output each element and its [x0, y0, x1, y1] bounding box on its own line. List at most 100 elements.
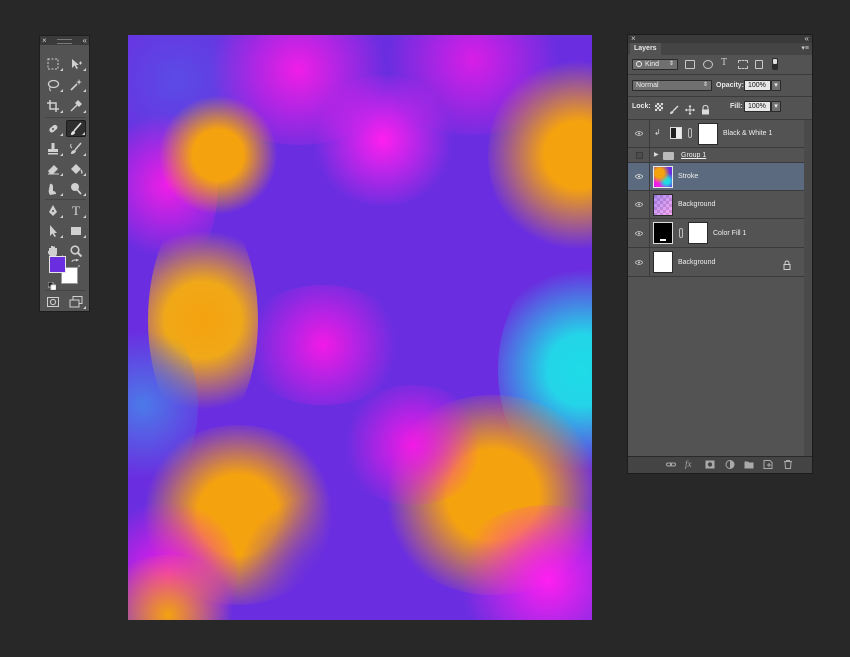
eye-icon[interactable]: [635, 131, 643, 136]
screen-mode-icon[interactable]: [66, 293, 86, 310]
collapse-icon[interactable]: «: [805, 35, 809, 43]
tools-separator: [45, 199, 86, 200]
visibility-toggle-off[interactable]: [636, 152, 643, 159]
visibility-divider: [649, 248, 650, 276]
brush-tool-icon[interactable]: [66, 120, 86, 137]
close-icon[interactable]: ×: [42, 36, 47, 45]
filter-smart-object-icon[interactable]: [755, 60, 763, 69]
filter-pixel-icon[interactable]: [685, 60, 695, 69]
move-tool-icon[interactable]: [66, 55, 86, 72]
healing-brush-tool-icon[interactable]: [43, 120, 63, 137]
grip-icon[interactable]: [57, 39, 72, 44]
lock-position-icon[interactable]: [685, 102, 695, 115]
type-tool-icon[interactable]: T: [66, 202, 86, 219]
layer-name[interactable]: Background: [678, 201, 715, 208]
search-icon: [636, 61, 642, 67]
layer-name[interactable]: Stroke: [678, 173, 698, 180]
eye-icon[interactable]: [635, 231, 643, 236]
collapse-icon[interactable]: «: [83, 36, 87, 45]
fill-label: Fill:: [730, 103, 743, 110]
layer-filter-kind[interactable]: Kind ⇕: [632, 59, 678, 70]
adjustment-layer-icon[interactable]: [725, 460, 735, 469]
blend-mode-value: Normal: [636, 82, 659, 89]
opacity-input[interactable]: 100%: [744, 80, 771, 91]
layer-row[interactable]: ▶ Group 1: [628, 148, 804, 163]
tab-layers[interactable]: Layers: [630, 43, 661, 55]
lasso-tool-icon[interactable]: [43, 76, 63, 93]
add-mask-icon[interactable]: [705, 460, 715, 469]
paint-bucket-tool-icon[interactable]: [66, 160, 86, 177]
tools-separator: [45, 117, 86, 118]
lock-all-icon[interactable]: [701, 102, 710, 115]
foreground-color-swatch[interactable]: [49, 256, 66, 273]
clone-stamp-tool-icon[interactable]: [43, 140, 63, 157]
close-icon[interactable]: ×: [631, 35, 636, 43]
fx-icon[interactable]: fx: [685, 459, 692, 469]
layer-name[interactable]: Background: [678, 259, 715, 266]
new-group-icon[interactable]: [744, 460, 754, 469]
panel-separator: [628, 74, 812, 75]
opacity-dropdown[interactable]: ▾: [771, 80, 781, 91]
layer-thumbnail[interactable]: [653, 251, 673, 273]
layers-panel: × « Layers ▾≡ Kind ⇕ T Normal ⇕ Opacity:…: [627, 34, 813, 474]
layer-row[interactable]: Color Fill 1: [628, 219, 804, 248]
panel-menu-icon[interactable]: ▾≡: [801, 44, 809, 52]
canvas-gradient-blob: [238, 285, 408, 405]
lock-label: Lock:: [632, 103, 651, 110]
link-layers-icon[interactable]: [666, 460, 676, 469]
history-brush-tool-icon[interactable]: [66, 140, 86, 157]
fill-input[interactable]: 100%: [744, 101, 771, 112]
blend-mode-select[interactable]: Normal ⇕: [632, 80, 712, 91]
default-colors-icon[interactable]: [47, 277, 57, 291]
eraser-tool-icon[interactable]: [43, 160, 63, 177]
filter-toggle-icon[interactable]: [772, 58, 778, 70]
layer-mask-thumbnail[interactable]: [698, 123, 718, 145]
tools-panel-header[interactable]: × «: [40, 36, 89, 45]
layer-row[interactable]: ↲ Black & White 1: [628, 120, 804, 148]
trash-icon[interactable]: [783, 460, 793, 469]
dropdown-arrow-icon: ⇕: [702, 82, 708, 88]
eyedropper-tool-icon[interactable]: [66, 97, 86, 114]
marquee-tool-icon[interactable]: [43, 55, 63, 72]
layers-panel-footer: fx: [628, 456, 812, 473]
expand-group-icon[interactable]: ▶: [654, 151, 659, 158]
dodge-tool-icon[interactable]: [66, 180, 86, 197]
layer-mask-thumbnail[interactable]: [688, 222, 708, 244]
fill-thumbnail[interactable]: [653, 222, 673, 244]
eye-icon[interactable]: [635, 260, 643, 265]
layers-scrollbar[interactable]: [804, 120, 812, 458]
layer-name[interactable]: Color Fill 1: [713, 230, 746, 237]
filter-shape-icon[interactable]: [738, 60, 748, 69]
layer-name[interactable]: Black & White 1: [723, 130, 772, 137]
panel-separator: [628, 96, 812, 97]
crop-tool-icon[interactable]: [43, 97, 63, 114]
visibility-divider: [649, 148, 650, 162]
filter-type-icon[interactable]: T: [721, 57, 727, 68]
swap-colors-icon[interactable]: [71, 255, 80, 267]
pen-tool-icon[interactable]: [43, 202, 63, 219]
document-canvas[interactable]: [128, 35, 592, 620]
layer-row[interactable]: Background: [628, 248, 804, 277]
fill-dropdown[interactable]: ▾: [771, 101, 781, 112]
layer-thumbnail[interactable]: [653, 166, 673, 188]
eye-icon[interactable]: [635, 174, 643, 179]
layer-row-selected[interactable]: Stroke: [628, 163, 804, 191]
link-icon: [679, 228, 683, 238]
layer-name[interactable]: Group 1: [681, 152, 706, 159]
eye-icon[interactable]: [635, 202, 643, 207]
smudge-tool-icon[interactable]: [43, 180, 63, 197]
opacity-label: Opacity:: [716, 82, 745, 89]
layer-row[interactable]: Background: [628, 191, 804, 219]
link-icon: [688, 128, 692, 138]
lock-image-pixels-icon[interactable]: [669, 102, 679, 114]
layers-panel-header[interactable]: × «: [628, 35, 812, 43]
tools-separator: [45, 290, 86, 291]
lock-transparent-pixels-icon[interactable]: [655, 103, 663, 111]
filter-adjustment-icon[interactable]: [703, 60, 713, 69]
rectangle-tool-icon[interactable]: [66, 222, 86, 239]
layer-thumbnail[interactable]: [653, 194, 673, 216]
quick-mask-icon[interactable]: [43, 293, 63, 310]
path-selection-tool-icon[interactable]: [43, 222, 63, 239]
magic-wand-tool-icon[interactable]: [66, 76, 86, 93]
new-layer-icon[interactable]: [763, 460, 773, 469]
